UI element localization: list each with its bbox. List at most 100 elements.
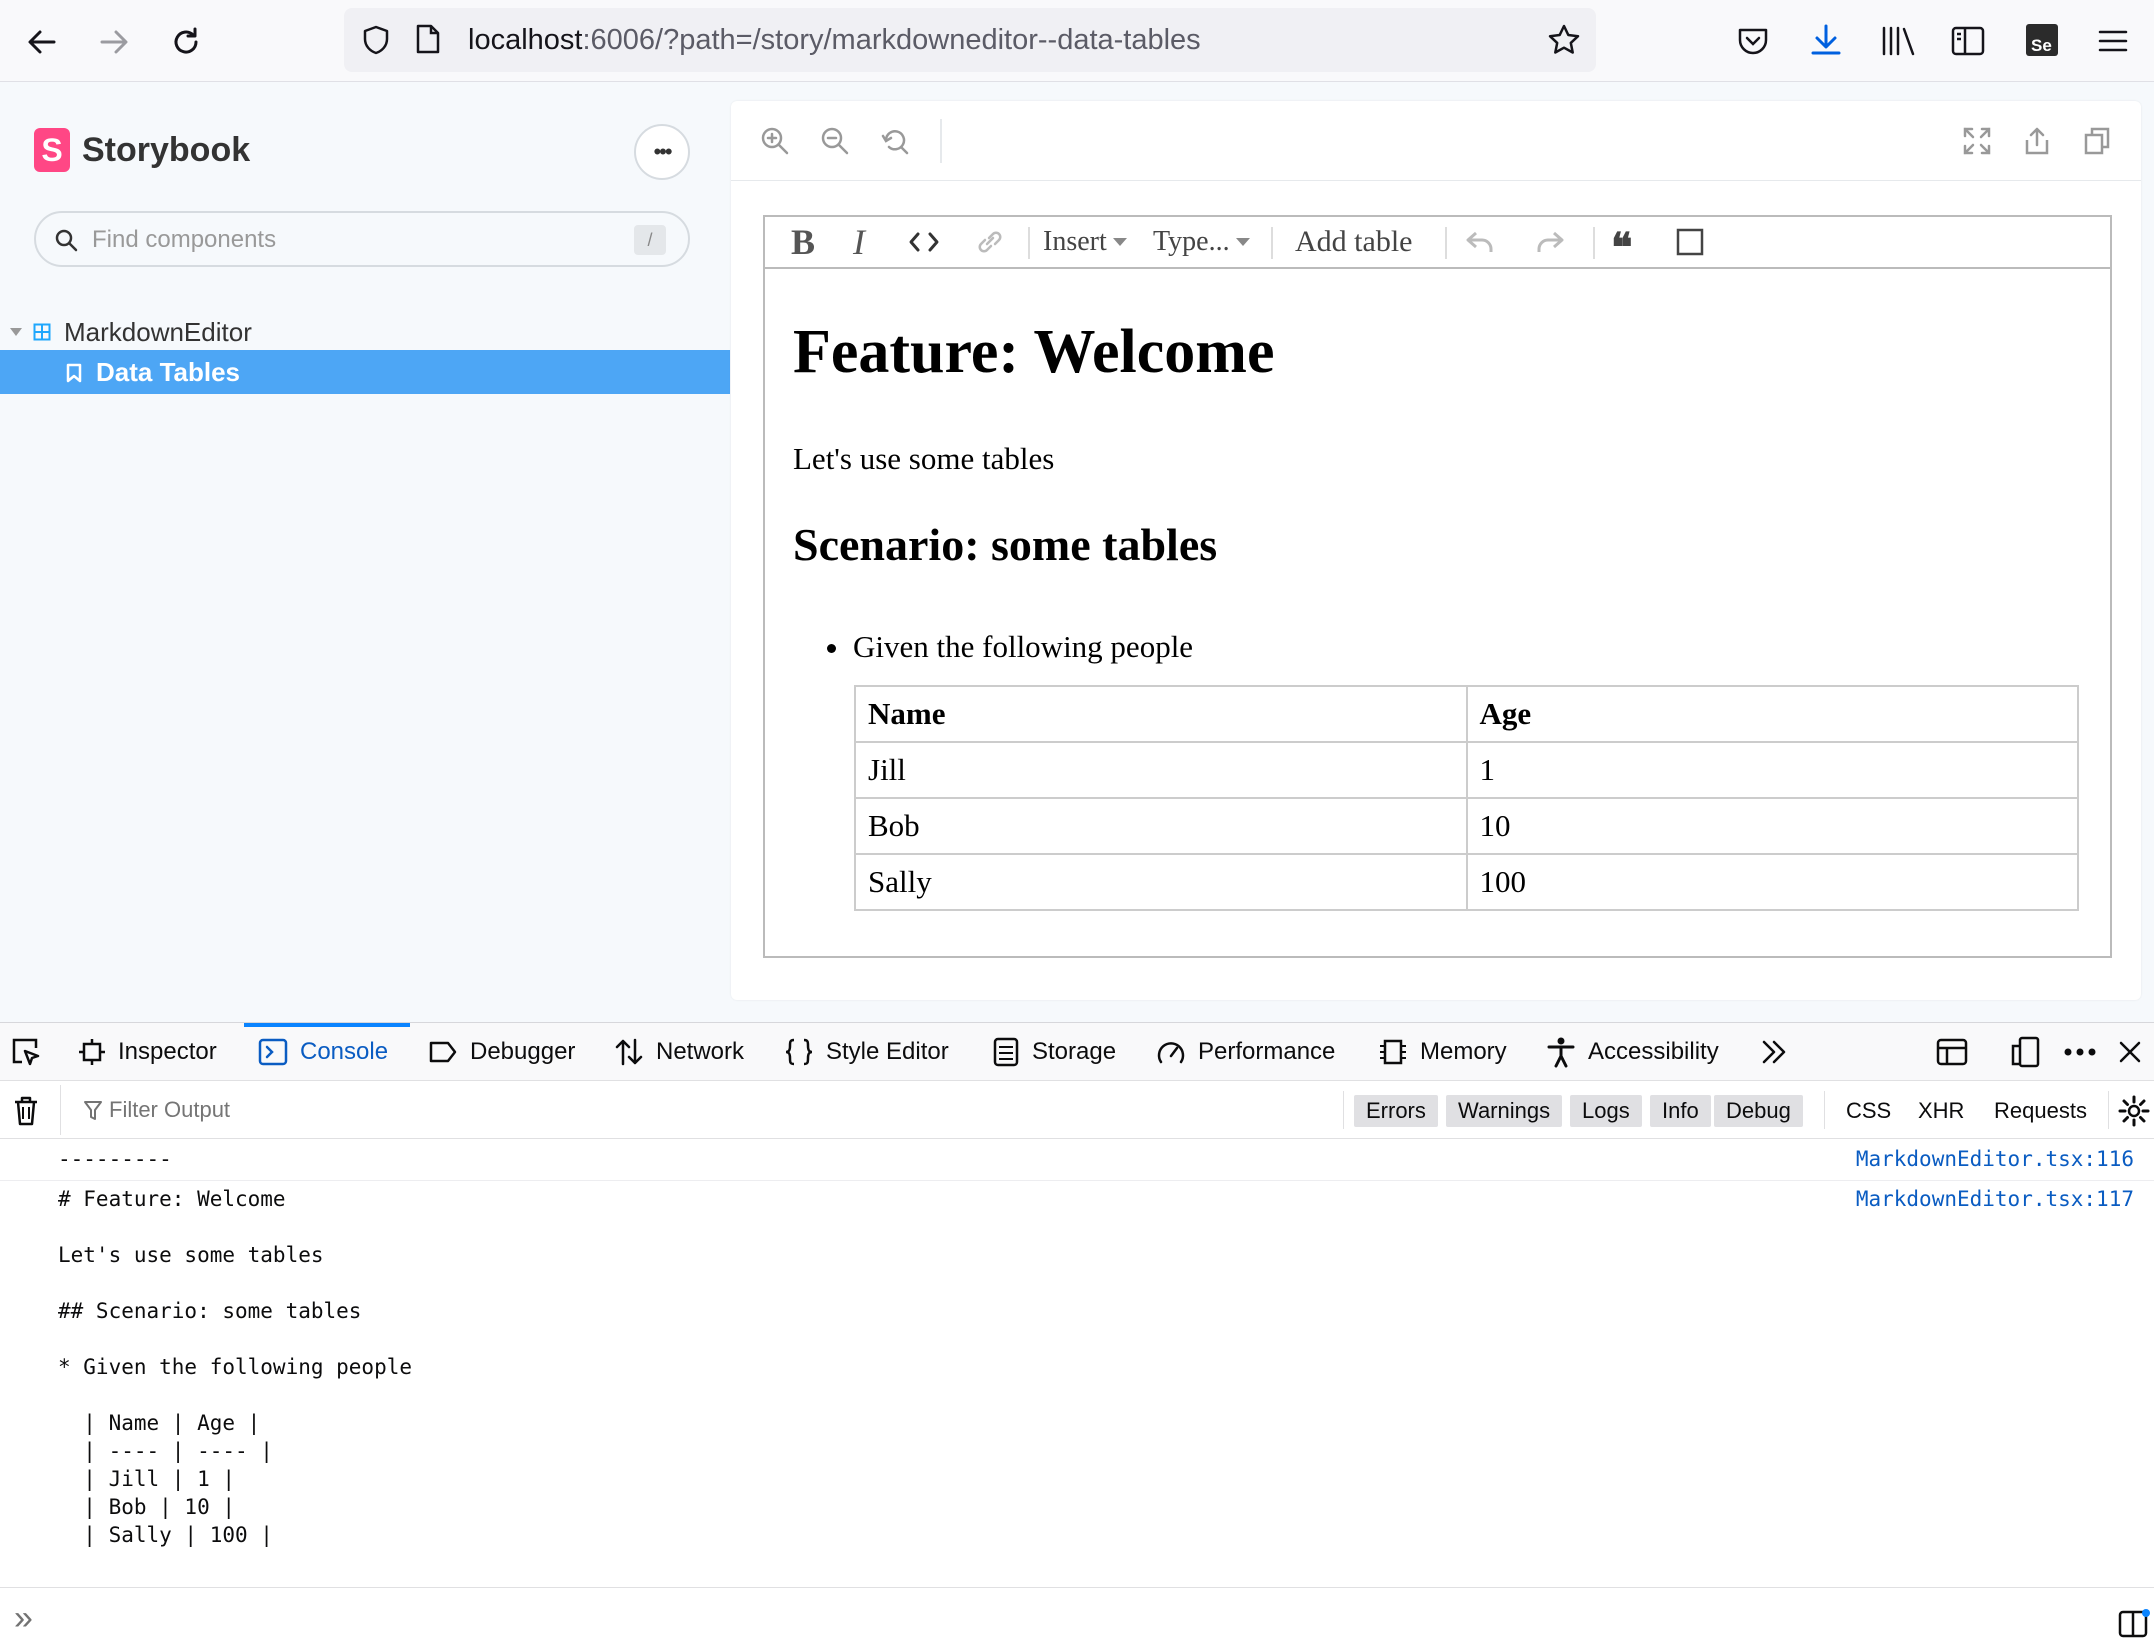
split-console-button[interactable] bbox=[1936, 1023, 1980, 1081]
devtools-menu-button[interactable] bbox=[2064, 1023, 2108, 1081]
element-picker-button[interactable] bbox=[10, 1023, 54, 1081]
copy-link-button[interactable] bbox=[2077, 121, 2117, 161]
library-icon[interactable] bbox=[1880, 24, 1918, 58]
filter-warnings[interactable]: Warnings bbox=[1446, 1095, 1563, 1127]
forward-button[interactable] bbox=[90, 18, 138, 66]
filter-info[interactable]: Info bbox=[1650, 1095, 1711, 1127]
table-row: Sally 100 bbox=[854, 853, 2079, 911]
more-tabs-button[interactable] bbox=[1760, 1023, 1800, 1081]
markdown-editor[interactable]: B I Insert Type... Add table ❝ Feature: … bbox=[763, 215, 2112, 958]
selenium-extension-icon[interactable]: Se bbox=[2024, 22, 2060, 58]
close-devtools-button[interactable] bbox=[2118, 1023, 2154, 1081]
insert-dropdown[interactable]: Insert bbox=[1043, 217, 1127, 267]
tab-label: Style Editor bbox=[826, 1038, 949, 1065]
zoom-out-icon bbox=[821, 127, 849, 155]
sidebar-menu-button[interactable]: ••• bbox=[634, 124, 690, 180]
redo-button[interactable] bbox=[1535, 217, 1565, 267]
tab-memory[interactable]: Memory bbox=[1378, 1023, 1507, 1081]
undo-icon bbox=[1466, 231, 1493, 252]
back-button[interactable] bbox=[18, 18, 66, 66]
sidebar-toggle-icon[interactable] bbox=[2118, 1608, 2150, 1638]
tree-item-data-tables[interactable]: Data Tables bbox=[0, 350, 730, 394]
tree-item-markdowneditor[interactable]: MarkdownEditor bbox=[0, 312, 730, 352]
tab-performance[interactable]: Performance bbox=[1156, 1023, 1335, 1081]
code-block-button[interactable] bbox=[1675, 217, 1705, 267]
table-cell: Jill bbox=[854, 741, 1468, 799]
link-button[interactable] bbox=[975, 217, 1005, 267]
page-icon[interactable] bbox=[414, 23, 442, 55]
search-shortcut-badge: / bbox=[634, 225, 666, 255]
reload-icon bbox=[174, 27, 198, 54]
svg-text:Se: Se bbox=[2031, 36, 2052, 55]
preview-toolbar bbox=[731, 101, 2141, 181]
table-header-cell: Name bbox=[854, 685, 1468, 743]
console-message-text: --------- bbox=[58, 1147, 172, 1171]
trash-icon[interactable] bbox=[12, 1095, 40, 1127]
tree-item-label: Data Tables bbox=[96, 357, 241, 387]
settings-gear-icon[interactable] bbox=[2118, 1095, 2150, 1127]
devtools-panel: Inspector Console Debugger Network Style… bbox=[0, 1022, 2154, 1650]
zoom-out-button[interactable] bbox=[815, 121, 855, 161]
undo-button[interactable] bbox=[1465, 217, 1495, 267]
filter-input[interactable] bbox=[109, 1095, 1009, 1125]
filter-output-field[interactable] bbox=[60, 1085, 1340, 1135]
data-table: Name Age Jill 1 Bob 10 Sally 100 bbox=[854, 685, 2079, 911]
filter-logs[interactable]: Logs bbox=[1570, 1095, 1642, 1127]
storybook-logo-icon[interactable]: S bbox=[34, 128, 70, 172]
tab-console[interactable]: Console bbox=[258, 1023, 388, 1081]
type-dropdown[interactable]: Type... bbox=[1153, 217, 1250, 267]
tab-label: Network bbox=[656, 1038, 745, 1065]
copy-icon bbox=[2084, 127, 2110, 155]
tab-inspector[interactable]: Inspector bbox=[78, 1023, 217, 1081]
console-input[interactable]: » bbox=[0, 1587, 2154, 1651]
tab-label: Storage bbox=[1032, 1038, 1117, 1065]
blockquote-button[interactable]: ❝ bbox=[1611, 217, 1633, 271]
url-text[interactable]: localhost:6006/?path=/story/markdownedit… bbox=[468, 22, 1201, 58]
search-input[interactable] bbox=[92, 223, 612, 257]
bold-button[interactable]: B bbox=[791, 217, 815, 267]
storybook-brand[interactable]: Storybook bbox=[82, 130, 250, 170]
sidebar-toggle-icon[interactable] bbox=[1950, 24, 1986, 58]
console-message-source[interactable]: MarkdownEditor.tsx:117 bbox=[1856, 1185, 2134, 1213]
tab-style-editor[interactable]: Style Editor bbox=[784, 1023, 949, 1081]
storybook-app: S Storybook ••• / MarkdownEditor Data Ta… bbox=[0, 82, 2154, 1022]
component-search[interactable]: / bbox=[34, 211, 690, 267]
filter-debug[interactable]: Debug bbox=[1714, 1095, 1803, 1127]
list-item: Given the following people bbox=[853, 629, 1194, 664]
bookmark-star-icon[interactable] bbox=[1546, 22, 1582, 58]
tab-accessibility[interactable]: Accessibility bbox=[1546, 1023, 1719, 1081]
downloads-icon[interactable] bbox=[1808, 22, 1844, 58]
filter-errors[interactable]: Errors bbox=[1354, 1095, 1438, 1127]
table-header-row: Name Age bbox=[854, 685, 2079, 743]
pocket-icon[interactable] bbox=[1736, 24, 1770, 58]
filter-funnel-icon bbox=[84, 1101, 102, 1120]
url-bar[interactable]: localhost:6006/?path=/story/markdownedit… bbox=[344, 8, 1596, 72]
console-message-source[interactable]: MarkdownEditor.tsx:116 bbox=[1856, 1145, 2134, 1173]
console-message: --------- MarkdownEditor.tsx:116 bbox=[0, 1139, 2154, 1181]
italic-button[interactable]: I bbox=[853, 217, 865, 267]
reload-button[interactable] bbox=[162, 18, 210, 66]
dock-toggle-button[interactable] bbox=[2010, 1023, 2052, 1081]
filter-requests[interactable]: Requests bbox=[1994, 1095, 2087, 1127]
shield-icon[interactable] bbox=[360, 24, 392, 56]
zoom-in-button[interactable] bbox=[755, 121, 795, 161]
tab-network[interactable]: Network bbox=[614, 1023, 744, 1081]
filter-xhr[interactable]: XHR bbox=[1918, 1095, 1964, 1127]
code-button[interactable] bbox=[909, 217, 939, 267]
zoom-reset-button[interactable] bbox=[875, 121, 915, 161]
tab-storage[interactable]: Storage bbox=[992, 1023, 1116, 1081]
arrow-left-icon bbox=[28, 30, 56, 54]
open-new-tab-button[interactable] bbox=[2017, 121, 2057, 161]
tab-label: Memory bbox=[1420, 1038, 1507, 1065]
tab-debugger[interactable]: Debugger bbox=[428, 1023, 575, 1081]
hamburger-menu-icon[interactable] bbox=[2096, 24, 2130, 58]
browser-toolbar: localhost:6006/?path=/story/markdownedit… bbox=[0, 0, 2154, 82]
fullscreen-button[interactable] bbox=[1957, 121, 1997, 161]
filter-css[interactable]: CSS bbox=[1846, 1095, 1891, 1127]
toolbar-separator bbox=[1593, 227, 1595, 259]
table-row: Bob 10 bbox=[854, 797, 2079, 855]
caret-down-icon bbox=[1112, 238, 1127, 246]
add-table-button[interactable]: Add table bbox=[1295, 217, 1412, 267]
link-icon bbox=[978, 231, 1002, 253]
insert-label: Insert bbox=[1043, 226, 1107, 257]
